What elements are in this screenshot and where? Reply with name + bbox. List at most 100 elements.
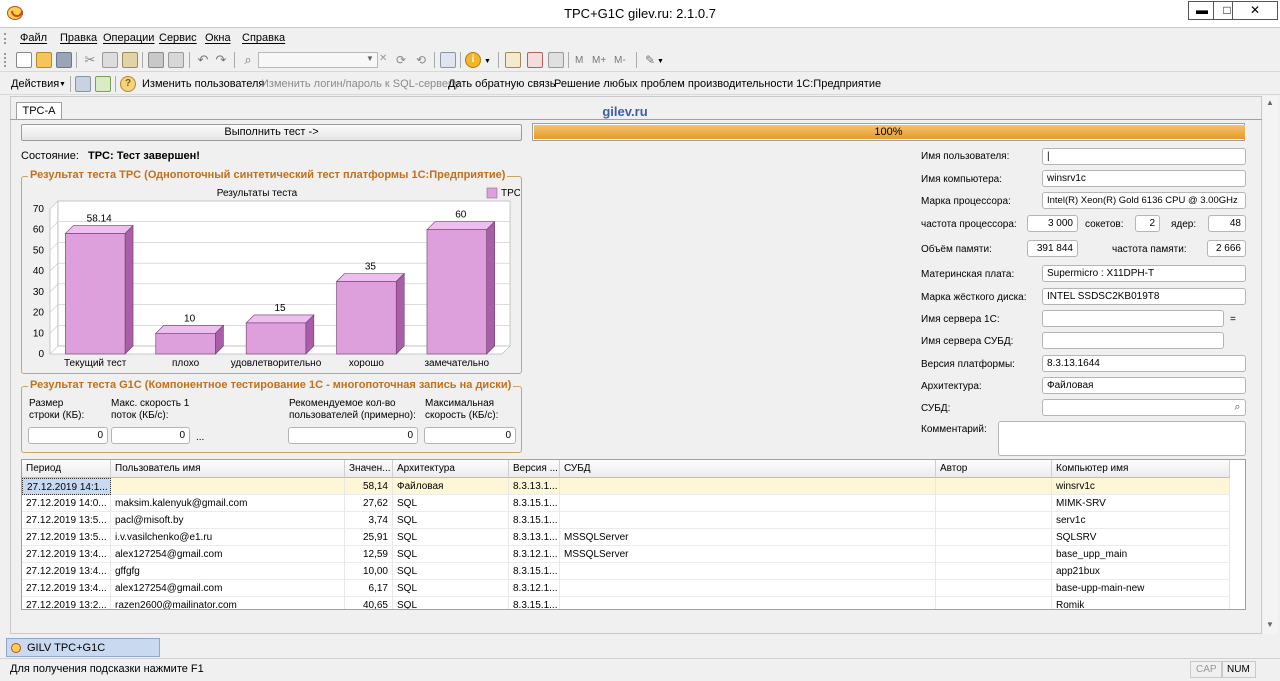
memory-frequency-field[interactable]: 2 666 (1207, 240, 1246, 257)
paste-icon[interactable] (122, 52, 138, 68)
menu-windows[interactable]: Окна (205, 32, 231, 44)
scroll-down-icon[interactable]: ▼ (1266, 620, 1274, 629)
table-row[interactable]: 27.12.2019 14:0... maksim.kalenyuk@gmail.… (22, 495, 1230, 512)
chevron-down-icon[interactable]: ▼ (484, 58, 491, 65)
windows-icon[interactable] (440, 52, 456, 68)
menu-service[interactable]: Сервис (159, 32, 197, 44)
cores-field[interactable]: 48 (1208, 215, 1246, 232)
menu-file[interactable]: Файл (20, 32, 47, 44)
memory-add-button[interactable]: M+ (592, 55, 606, 66)
solve-problems-link[interactable]: Решение любых проблем производительности… (554, 78, 881, 90)
undo-icon[interactable]: ↶ (195, 52, 211, 68)
print-icon[interactable] (148, 52, 164, 68)
memory-button[interactable]: M (575, 55, 583, 66)
actions-menu[interactable]: Действия (11, 78, 59, 90)
tab-tpc-a[interactable]: TPC-A (16, 102, 62, 120)
recommended-users-field[interactable]: 0 (288, 427, 418, 444)
scroll-up-icon[interactable]: ▲ (1266, 98, 1274, 107)
print-preview-icon[interactable] (168, 52, 184, 68)
minimize-button[interactable]: ▬ (1188, 1, 1216, 20)
column-header-author[interactable]: Автор (936, 460, 1052, 478)
window-tab-button[interactable]: GILV TPC+G1C (6, 638, 160, 657)
disk-label: Марка жёсткого диска: (921, 292, 1027, 303)
export-icon[interactable] (75, 76, 91, 92)
table-row[interactable]: 27.12.2019 13:5... i.v.vasilchenko@e1.ru 2… (22, 529, 1230, 546)
calculator-icon[interactable] (505, 52, 521, 68)
column-header-architecture[interactable]: Архитектура (393, 460, 509, 478)
table-row[interactable]: 27.12.2019 13:2... razen2600@mailinator.c… (22, 597, 1230, 609)
new-document-icon[interactable] (16, 52, 32, 68)
change-login-button[interactable]: Изменить логин/пароль к SQL-серверу (261, 78, 460, 90)
column-header-user[interactable]: Пользователь имя (111, 460, 345, 478)
search-input[interactable] (258, 52, 378, 68)
wrench-icon[interactable]: ✎ (642, 52, 658, 68)
cell-computer: base_upp_main (1052, 546, 1230, 563)
cell-version: 8.3.15.1... (509, 495, 560, 512)
save-icon[interactable] (56, 52, 72, 68)
menu-edit[interactable]: Правка (60, 32, 97, 44)
column-header-dbms[interactable]: СУБД (560, 460, 936, 478)
table-row[interactable]: 27.12.2019 13:4... alex127254@gmail.com 12… (22, 546, 1230, 563)
find-prev-icon[interactable]: ⟲ (413, 52, 429, 68)
column-header-version[interactable]: Версия ... (509, 460, 560, 478)
results-table[interactable]: Период Пользователь имя Значен... Архите… (21, 459, 1246, 610)
dbms-field[interactable] (1042, 399, 1246, 416)
user-field[interactable]: | (1042, 148, 1246, 165)
architecture-label: Архитектура: (921, 381, 982, 392)
sockets-field[interactable]: 2 (1135, 215, 1160, 232)
table-row[interactable]: 27.12.2019 13:4... gffgfg 10,00 SQL 8.3.15.1… (22, 563, 1230, 580)
clear-icon[interactable]: ✕ (379, 53, 387, 64)
panel-scrollbar[interactable]: ▲ ▼ (1263, 96, 1278, 634)
comment-field[interactable] (998, 421, 1246, 456)
chart-title: Результаты теста (217, 188, 298, 199)
cpu-frequency-field[interactable]: 3 000 (1027, 215, 1078, 232)
server-1c-field[interactable] (1042, 310, 1224, 327)
cell-computer: app21bux (1052, 563, 1230, 580)
platform-field[interactable]: 8.3.13.1644 (1042, 355, 1246, 372)
info-icon[interactable]: i (465, 52, 481, 68)
db-server-field[interactable] (1042, 332, 1224, 349)
column-header-period[interactable]: Период (22, 460, 111, 478)
more-ellipsis[interactable]: ... (196, 432, 204, 444)
feedback-button[interactable]: Дать обратную связь (448, 78, 555, 90)
chevron-down-icon[interactable]: ▼ (366, 54, 374, 63)
row-size-field[interactable]: 0 (28, 427, 108, 444)
comment-label: Комментарий: (921, 424, 987, 435)
memory-subtract-button[interactable]: M- (614, 55, 626, 66)
menu-operations[interactable]: Операции (103, 32, 154, 44)
redo-icon[interactable]: ↷ (213, 52, 229, 68)
help-icon[interactable]: ? (120, 76, 136, 92)
architecture-field[interactable]: Файловая (1042, 377, 1246, 394)
cpu-field[interactable]: Intel(R) Xeon(R) Gold 6136 CPU @ 3.00GHz (1042, 192, 1246, 209)
calendar-icon[interactable] (527, 52, 543, 68)
import-icon[interactable] (95, 76, 111, 92)
menu-help[interactable]: Справка (242, 32, 285, 44)
cell-value: 40,65 (345, 597, 393, 609)
max-speed-total-field[interactable]: 0 (424, 427, 516, 444)
close-button[interactable]: ✕ (1232, 1, 1278, 20)
run-test-button[interactable]: Выполнить тест -> (21, 124, 522, 141)
column-header-computer[interactable]: Компьютер имя (1052, 460, 1230, 478)
find-next-icon[interactable]: ⟳ (393, 52, 409, 68)
table-row[interactable]: 27.12.2019 14:1... 58,14 Файловая 8.3.13.1.… (22, 478, 1230, 495)
change-user-button[interactable]: Изменить пользователя (142, 78, 264, 90)
computer-field[interactable]: winsrv1c (1042, 170, 1246, 187)
motherboard-field[interactable]: Supermicro : X11DPH-T (1042, 265, 1246, 282)
disk-field[interactable]: INTEL SSDSC2KB019T8 (1042, 288, 1246, 305)
column-header-value[interactable]: Значен... (345, 460, 393, 478)
table-row[interactable]: 27.12.2019 13:4... alex127254@gmail.com 6,… (22, 580, 1230, 597)
memory-field[interactable]: 391 844 (1027, 240, 1078, 257)
users-icon[interactable] (548, 52, 564, 68)
cell-architecture: SQL (393, 563, 509, 580)
max-speed-field[interactable]: 0 (111, 427, 190, 444)
chevron-down-icon[interactable]: ▼ (657, 58, 664, 65)
chevron-down-icon[interactable]: ▼ (59, 81, 66, 88)
copy-icon[interactable] (102, 52, 118, 68)
table-row[interactable]: 27.12.2019 13:5... pacl@misoft.by 3,74 SQL 8… (22, 512, 1230, 529)
search-icon[interactable]: ⌕ (240, 52, 256, 68)
equals-label: = (1230, 314, 1236, 325)
cut-icon[interactable]: ✂ (82, 52, 98, 68)
cell-value: 25,91 (345, 529, 393, 546)
search-icon[interactable]: ⌕ (1230, 400, 1245, 415)
open-folder-icon[interactable] (36, 52, 52, 68)
